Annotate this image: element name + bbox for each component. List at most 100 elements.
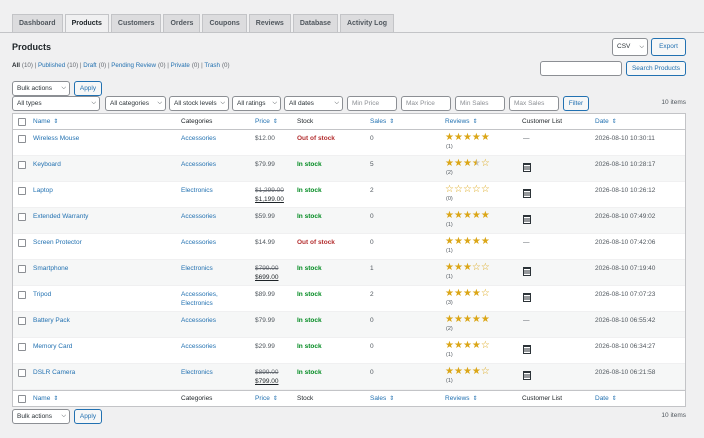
tab-products[interactable]: Products — [64, 14, 109, 33]
stock-status: In stock — [297, 265, 322, 272]
star-filled-icon: ★ — [453, 314, 463, 325]
search-input[interactable] — [541, 62, 621, 75]
tab-reviews[interactable]: Reviews — [248, 14, 291, 32]
column-header-date[interactable]: Date ⇕ — [595, 118, 617, 125]
export-format-select[interactable]: CSV ⌵ — [612, 38, 648, 56]
product-category-link[interactable]: Electronics — [181, 369, 213, 376]
column-header-name[interactable]: Name ⇕ — [33, 118, 58, 125]
filter-category-select[interactable]: All categories ⌵ — [105, 96, 166, 111]
chevron-down-icon: ⌵ — [61, 413, 66, 419]
customer-list-icon[interactable] — [523, 345, 531, 354]
product-name-link[interactable]: Laptop — [33, 187, 53, 194]
product-category-link[interactable]: Accessories — [181, 317, 216, 324]
bulk-actions-select-bottom[interactable]: Bulk actions ⌵ — [12, 409, 70, 424]
apply-button-top[interactable]: Apply — [74, 81, 102, 96]
search-input-wrap[interactable] — [540, 61, 622, 76]
tab-activity-log[interactable]: Activity Log — [339, 14, 395, 32]
bulk-actions-select-top[interactable]: Bulk actions ⌵ — [12, 81, 70, 96]
customer-list-icon[interactable] — [523, 371, 531, 380]
column-label: Stock — [297, 118, 314, 125]
column-header-reviews[interactable]: Reviews ⇕ — [445, 118, 478, 125]
filter-rating-select[interactable]: All ratings ⌵ — [232, 96, 281, 111]
product-name-link[interactable]: Smartphone — [33, 265, 68, 272]
product-category-link[interactable]: Accessories — [181, 213, 216, 220]
apply-button-bottom[interactable]: Apply — [74, 409, 102, 424]
column-header-reviews[interactable]: Reviews ⇕ — [445, 395, 478, 402]
star-filled-icon: ★ — [471, 314, 481, 325]
tab-dashboard[interactable]: Dashboard — [12, 14, 63, 32]
product-category-link[interactable]: Accessories — [181, 343, 216, 350]
status-link-draft[interactable]: Draft — [83, 62, 96, 69]
row-checkbox[interactable] — [18, 213, 26, 221]
product-name-link[interactable]: Memory Card — [33, 343, 72, 350]
row-checkbox[interactable] — [18, 343, 26, 351]
row-checkbox[interactable] — [18, 135, 26, 143]
min-price-wrap[interactable] — [347, 96, 397, 111]
tab-coupons[interactable]: Coupons — [202, 14, 247, 32]
customer-list-icon[interactable] — [523, 189, 531, 198]
product-category-link[interactable]: Electronics — [181, 187, 213, 194]
column-label: Reviews — [445, 395, 470, 402]
status-link-pending-review[interactable]: Pending Review — [111, 62, 156, 69]
star-rating: ☆☆☆☆☆ — [445, 184, 490, 195]
filter-type-select[interactable]: All types ⌵ — [12, 96, 100, 111]
column-header-sales[interactable]: Sales ⇕ — [370, 118, 394, 125]
product-date: 2026-08-10 07:07:23 — [595, 291, 656, 298]
status-link-published[interactable]: Published — [38, 62, 65, 69]
row-checkbox[interactable] — [18, 369, 26, 377]
column-header-price[interactable]: Price ⇕ — [255, 395, 278, 402]
row-checkbox[interactable] — [18, 265, 26, 273]
max-price-input[interactable] — [402, 97, 450, 110]
min-price-input[interactable] — [348, 97, 396, 110]
product-name-link[interactable]: Keyboard — [33, 161, 61, 168]
column-header-name[interactable]: Name ⇕ — [33, 395, 58, 402]
sales-count: 2 — [370, 187, 374, 194]
status-link-all[interactable]: All — [12, 62, 20, 69]
column-label: Price — [255, 118, 270, 125]
status-link-private[interactable]: Private — [171, 62, 190, 69]
product-name-link[interactable]: Battery Pack — [33, 317, 70, 324]
row-checkbox[interactable] — [18, 187, 26, 195]
min-sales-input[interactable] — [456, 97, 504, 110]
select-all-checkbox[interactable] — [18, 395, 26, 403]
product-name-link[interactable]: Screen Protector — [33, 239, 82, 246]
row-checkbox[interactable] — [18, 317, 26, 325]
product-category-link[interactable]: Accessories — [181, 135, 216, 142]
column-header-price[interactable]: Price ⇕ — [255, 118, 278, 125]
star-filled-icon: ★ — [471, 236, 481, 247]
max-sales-input[interactable] — [510, 97, 558, 110]
select-all-checkbox[interactable] — [18, 118, 26, 126]
min-sales-wrap[interactable] — [455, 96, 505, 111]
column-header-sales[interactable]: Sales ⇕ — [370, 395, 394, 402]
product-name-link[interactable]: Extended Warranty — [33, 213, 88, 220]
tab-database[interactable]: Database — [292, 14, 338, 32]
customer-list-icon[interactable] — [523, 163, 531, 172]
product-category-link[interactable]: Electronics — [181, 300, 213, 307]
row-checkbox[interactable] — [18, 239, 26, 247]
status-link-trash[interactable]: Trash — [204, 62, 220, 69]
customer-list-icon[interactable] — [523, 215, 531, 224]
product-name-link[interactable]: Tripod — [33, 291, 51, 298]
customer-list-icon[interactable] — [523, 267, 531, 276]
tab-customers[interactable]: Customers — [110, 14, 162, 32]
sort-icon: ⇕ — [272, 396, 278, 402]
filter-date-select[interactable]: All dates ⌵ — [284, 96, 343, 111]
product-name-link[interactable]: DSLR Camera — [33, 369, 75, 376]
row-checkbox[interactable] — [18, 291, 26, 299]
column-header-date[interactable]: Date ⇕ — [595, 395, 617, 402]
product-name-link[interactable]: Wireless Mouse — [33, 135, 79, 142]
row-checkbox[interactable] — [18, 161, 26, 169]
tab-orders[interactable]: Orders — [163, 14, 201, 32]
product-category-link[interactable]: Accessories, — [181, 291, 218, 298]
filter-button[interactable]: Filter — [563, 96, 589, 111]
export-button[interactable]: Export — [651, 38, 686, 56]
customer-list-icon[interactable] — [523, 293, 531, 302]
search-products-button[interactable]: Search Products — [626, 61, 686, 76]
max-sales-wrap[interactable] — [509, 96, 559, 111]
product-category-link[interactable]: Accessories — [181, 239, 216, 246]
max-price-wrap[interactable] — [401, 96, 451, 111]
filter-stock-select[interactable]: All stock levels ⌵ — [169, 96, 229, 111]
product-category-link[interactable]: Electronics — [181, 265, 213, 272]
product-category-link[interactable]: Accessories — [181, 161, 216, 168]
table-row: Tripod Accessories, Electronics $89.99 In st… — [13, 286, 685, 312]
